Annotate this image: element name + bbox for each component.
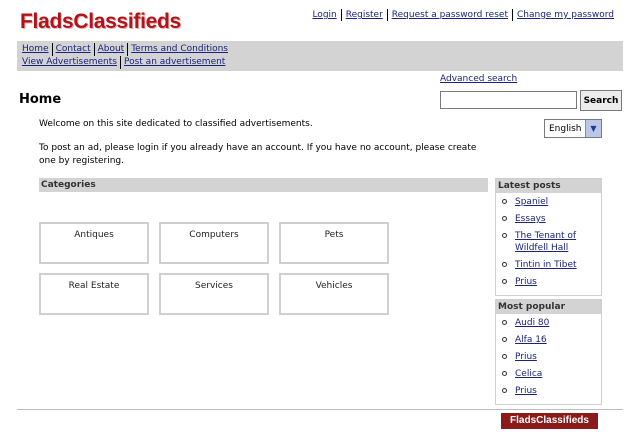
circle-bullet-icon: [502, 337, 507, 342]
list-item: Tintin in Tibet: [502, 259, 601, 271]
nav-post-ad[interactable]: Post an advertisement: [119, 56, 228, 69]
footer-logo[interactable]: FladsClassifieds: [501, 413, 598, 429]
circle-bullet-icon: [502, 354, 507, 359]
category-services[interactable]: Services: [159, 273, 269, 315]
list-item: Celica: [502, 368, 601, 380]
category-antiques[interactable]: Antiques: [39, 222, 149, 264]
circle-bullet-icon: [502, 216, 507, 221]
nav-about[interactable]: About: [93, 43, 128, 56]
category-computers[interactable]: Computers: [159, 222, 269, 264]
change-password-link[interactable]: Change my password: [511, 9, 618, 21]
latest-post-link[interactable]: Essays: [515, 213, 546, 225]
latest-post-link[interactable]: The Tenant of Wildfell Hall: [515, 230, 601, 254]
search-input[interactable]: [440, 91, 577, 109]
category-pets[interactable]: Pets: [279, 222, 389, 264]
password-reset-link[interactable]: Request a password reset: [386, 9, 512, 21]
chevron-down-icon[interactable]: ▼: [585, 120, 601, 137]
category-label: Computers: [189, 230, 239, 240]
category-label: Services: [195, 281, 233, 291]
list-item: Prius: [502, 385, 601, 397]
login-link[interactable]: Login: [308, 9, 340, 21]
category-label: Antiques: [74, 230, 114, 240]
list-item: Essays: [502, 213, 601, 225]
circle-bullet-icon: [502, 279, 507, 284]
circle-bullet-icon: [502, 199, 507, 204]
popular-post-link[interactable]: Prius: [515, 385, 537, 397]
language-selected-value: English: [549, 123, 582, 134]
latest-posts-box: Latest posts Spaniel Essays The Tenant o…: [495, 178, 602, 296]
circle-bullet-icon: [502, 320, 507, 325]
nav-home[interactable]: Home: [19, 43, 52, 56]
nav-row-1: Home Contact About Terms and Conditions: [19, 43, 621, 56]
nav-row-2: View Advertisements Post an advertisemen…: [19, 56, 621, 69]
popular-post-link[interactable]: Prius: [515, 351, 537, 363]
list-item: The Tenant of Wildfell Hall: [502, 230, 601, 254]
circle-bullet-icon: [502, 262, 507, 267]
category-label: Vehicles: [315, 281, 353, 291]
most-popular-box: Most popular Audi 80 Alfa 16 Prius Celic…: [495, 299, 602, 405]
circle-bullet-icon: [502, 388, 507, 393]
language-select[interactable]: English ▼: [544, 119, 602, 138]
main-nav: Home Contact About Terms and Conditions …: [17, 41, 623, 71]
most-popular-header: Most popular: [496, 300, 601, 314]
latest-post-link[interactable]: Spaniel: [515, 196, 548, 208]
latest-post-link[interactable]: Prius: [515, 276, 537, 288]
site-logo[interactable]: FladsClassifieds: [20, 10, 181, 34]
footer-divider: [17, 409, 623, 410]
category-label: Real Estate: [68, 281, 120, 291]
account-links: Login Register Request a password reset …: [308, 9, 618, 21]
latest-posts-header: Latest posts: [496, 179, 601, 193]
category-label: Pets: [324, 230, 344, 240]
latest-post-link[interactable]: Tintin in Tibet: [515, 259, 577, 271]
list-item: Prius: [502, 276, 601, 288]
list-item: Alfa 16: [502, 334, 601, 346]
advanced-search-link[interactable]: Advanced search: [440, 74, 517, 84]
circle-bullet-icon: [502, 233, 507, 238]
list-item: Audi 80: [502, 317, 601, 329]
register-link[interactable]: Register: [340, 9, 387, 21]
welcome-text: Welcome on this site dedicated to classi…: [39, 119, 313, 129]
list-item: Prius: [502, 351, 601, 363]
category-vehicles[interactable]: Vehicles: [279, 273, 389, 315]
categories-header: Categories: [39, 178, 488, 192]
nav-terms[interactable]: Terms and Conditions: [127, 43, 231, 56]
list-item: Spaniel: [502, 196, 601, 208]
popular-post-link[interactable]: Audi 80: [515, 317, 549, 329]
search-button[interactable]: Search: [580, 90, 622, 111]
post-ad-instructions: To post an ad, please login if you alrea…: [39, 143, 477, 166]
page-title: Home: [19, 92, 62, 107]
circle-bullet-icon: [502, 371, 507, 376]
nav-view-ads[interactable]: View Advertisements: [19, 56, 120, 69]
category-real-estate[interactable]: Real Estate: [39, 273, 149, 315]
nav-contact[interactable]: Contact: [51, 43, 94, 56]
popular-post-link[interactable]: Alfa 16: [515, 334, 547, 346]
popular-post-link[interactable]: Celica: [515, 368, 542, 380]
